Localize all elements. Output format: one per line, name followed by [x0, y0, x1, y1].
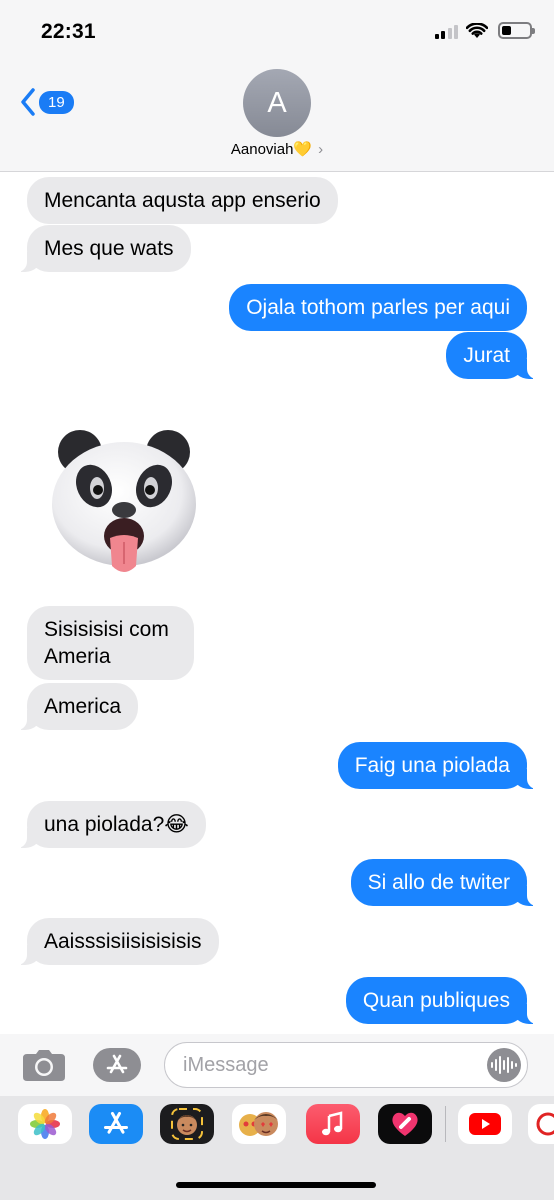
app-store-icon [106, 1054, 128, 1074]
app-drawer [0, 1096, 554, 1200]
compose-bar: iMessage [0, 1034, 554, 1096]
unread-count-badge: 19 [39, 90, 74, 114]
music-icon[interactable] [306, 1104, 360, 1144]
digital-touch-icon[interactable] [378, 1104, 432, 1144]
outgoing-message[interactable]: Ojala tothom parles per aqui [229, 284, 527, 331]
chevron-left-icon [21, 88, 35, 116]
music-note-icon [322, 1111, 343, 1136]
status-bar: 22:31 [0, 0, 554, 62]
red-circle-icon [536, 1112, 554, 1136]
chevron-right-icon: › [318, 141, 324, 158]
wifi-icon [466, 22, 488, 38]
outgoing-message[interactable]: Jurat [446, 332, 537, 379]
app-store-icon[interactable] [89, 1104, 143, 1144]
outgoing-message[interactable]: Faig una piolada [337, 742, 538, 789]
memoji-stickers-icon[interactable] [232, 1104, 286, 1144]
cellular-signal-icon [434, 23, 458, 39]
incoming-message[interactable]: una piolada?😂 [17, 801, 206, 848]
incoming-message[interactable]: Sisisisisi com Ameria [27, 606, 194, 680]
outgoing-message[interactable]: Quan publiques [345, 977, 538, 1024]
photos-icon[interactable] [18, 1104, 72, 1144]
contact-avatar[interactable]: A [243, 69, 311, 137]
incoming-message[interactable]: Mes que wats [17, 225, 191, 272]
drawer-divider [445, 1106, 446, 1142]
photos-flower-icon [30, 1109, 60, 1139]
incoming-message[interactable]: Aaisssisiisisisisis [17, 918, 219, 965]
conversation-header: 19 A Aanoviah💛 › [0, 62, 554, 172]
partial-app-icon[interactable] [528, 1104, 554, 1144]
youtube-icon[interactable] [458, 1104, 512, 1144]
incoming-message[interactable]: Mencanta aqusta app enserio [27, 177, 338, 224]
app-store-button[interactable] [93, 1048, 141, 1082]
contact-name: Aanoviah💛 [230, 141, 313, 158]
camera-icon[interactable] [22, 1048, 66, 1082]
contact-name-button[interactable]: Aanoviah💛 › [0, 140, 554, 158]
memoji-icon[interactable] [160, 1104, 214, 1144]
memoji-stickers-faces-icon [239, 1112, 278, 1136]
status-time: 22:31 [41, 20, 96, 43]
home-indicator [176, 1182, 376, 1188]
youtube-play-icon [469, 1113, 501, 1135]
memoji-face-icon [171, 1108, 203, 1140]
outgoing-message[interactable]: Si allo de twiter [350, 859, 538, 906]
heart-touch-icon [392, 1112, 418, 1136]
audio-message-icon[interactable] [487, 1048, 521, 1082]
input-placeholder: iMessage [183, 1054, 269, 1076]
battery-icon [498, 22, 535, 39]
imessage-input[interactable]: iMessage [164, 1042, 528, 1088]
incoming-message[interactable]: America [16, 683, 139, 730]
back-button[interactable]: 19 [20, 88, 74, 116]
status-icons [434, 22, 535, 39]
panda-animoji-icon[interactable] [50, 428, 198, 580]
app-store-glyph-icon [103, 1111, 129, 1134]
